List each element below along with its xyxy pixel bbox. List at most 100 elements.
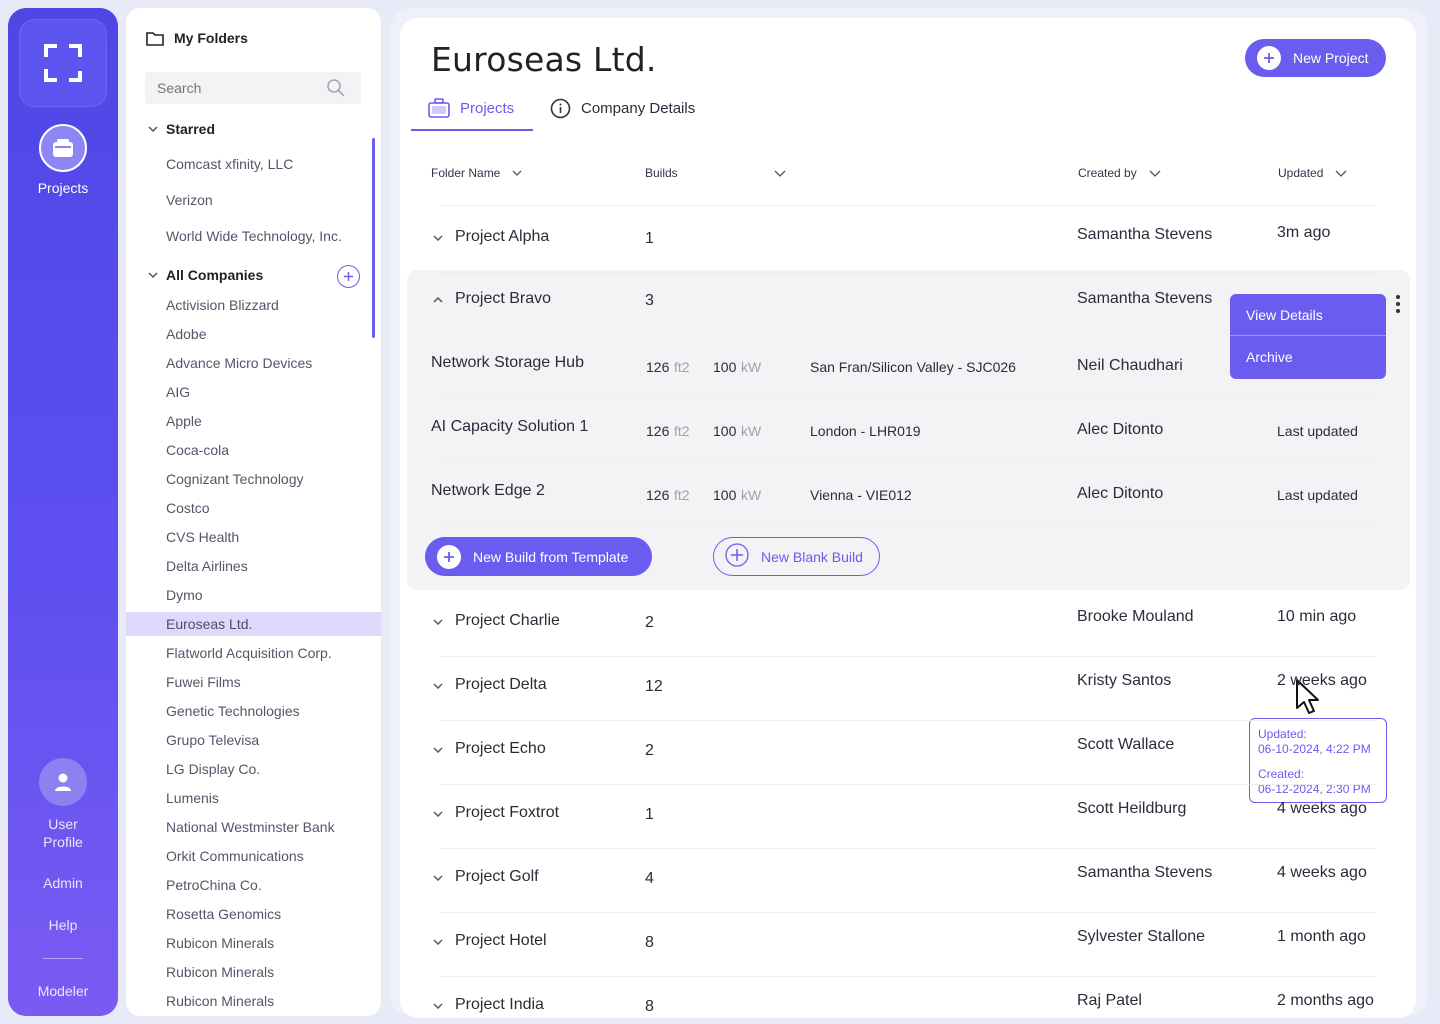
starred-item[interactable]: Verizon xyxy=(126,188,381,212)
col-builds-label: Builds xyxy=(645,166,678,180)
page-title: Euroseas Ltd. xyxy=(431,40,657,79)
company-item[interactable]: PetroChina Co. xyxy=(126,873,381,897)
chevron-down-icon[interactable] xyxy=(432,680,444,692)
col-folder-name[interactable]: Folder Name xyxy=(431,166,522,180)
company-item[interactable]: Coca-cola xyxy=(126,438,381,462)
chevron-down-icon[interactable] xyxy=(432,808,444,820)
chevron-down-icon[interactable] xyxy=(432,232,444,244)
company-item[interactable]: Apple xyxy=(126,409,381,433)
project-name[interactable]: Project Hotel xyxy=(455,932,547,950)
project-created-by: Samantha Stevens xyxy=(1077,226,1213,243)
chevron-down-icon[interactable] xyxy=(432,744,444,756)
company-item[interactable]: National Westminster Bank xyxy=(126,815,381,839)
folders-scrollbar[interactable] xyxy=(372,138,375,338)
project-created-by: Kristy Santos xyxy=(1077,672,1172,689)
project-updated: 3m ago xyxy=(1277,224,1331,241)
build-area: 126 xyxy=(646,487,670,503)
company-item[interactable]: Genetic Technologies xyxy=(126,699,381,723)
rail-divider xyxy=(43,958,83,959)
new-blank-build-button[interactable]: New Blank Build xyxy=(713,537,880,576)
chevron-up-icon[interactable] xyxy=(432,294,444,306)
build-power-unit: kW xyxy=(741,487,762,503)
tab-company-details[interactable]: Company Details xyxy=(550,98,695,119)
company-item[interactable]: Rosetta Genomics xyxy=(126,902,381,926)
starred-item[interactable]: World Wide Technology, Inc. xyxy=(126,224,381,248)
company-item[interactable]: Euroseas Ltd. xyxy=(126,612,381,636)
project-name[interactable]: Project Echo xyxy=(455,740,546,758)
col-updated[interactable]: Updated xyxy=(1278,166,1347,180)
project-name[interactable]: Project Charlie xyxy=(455,612,560,630)
new-project-button[interactable]: New Project xyxy=(1245,39,1386,77)
company-item[interactable]: Rubicon Minerals xyxy=(126,989,381,1013)
more-options-icon[interactable] xyxy=(1395,294,1401,314)
starred-item[interactable]: Comcast xfinity, LLC xyxy=(126,152,381,176)
starred-section-toggle[interactable]: Starred xyxy=(148,121,215,137)
menu-view-details[interactable]: View Details xyxy=(1230,294,1386,336)
company-item[interactable]: Dymo xyxy=(126,583,381,607)
project-created-by: Scott Wallace xyxy=(1077,736,1175,753)
company-item[interactable]: Adobe xyxy=(126,322,381,346)
company-item[interactable]: Lumenis xyxy=(126,786,381,810)
row-divider xyxy=(440,784,1376,785)
chevron-down-icon[interactable] xyxy=(432,616,444,628)
nav-help[interactable]: Help xyxy=(8,916,118,934)
chevron-down-icon[interactable] xyxy=(432,1000,444,1012)
project-name[interactable]: Project Delta xyxy=(455,676,547,694)
add-company-icon[interactable] xyxy=(337,265,360,288)
company-item[interactable]: Fuwei Films xyxy=(126,670,381,694)
chevron-down-icon xyxy=(148,272,158,279)
all-companies-toggle[interactable]: All Companies xyxy=(148,267,263,283)
company-item[interactable]: Cognizant Technology xyxy=(126,467,381,491)
company-item[interactable]: Rubicon Minerals xyxy=(126,960,381,984)
company-item[interactable]: AIG xyxy=(126,380,381,404)
company-item[interactable]: Grupo Televisa xyxy=(126,728,381,752)
row-divider xyxy=(440,205,1376,206)
nav-modeler[interactable]: Modeler xyxy=(8,982,118,1000)
company-item[interactable]: Advance Micro Devices xyxy=(126,351,381,375)
build-name[interactable]: Network Storage Hub xyxy=(431,354,584,372)
col-updated-label: Updated xyxy=(1278,166,1324,180)
build-name[interactable]: Network Edge 2 xyxy=(431,482,545,500)
company-item[interactable]: CVS Health xyxy=(126,525,381,549)
nav-admin[interactable]: Admin xyxy=(8,874,118,892)
tooltip-updated-label: Updated: xyxy=(1258,727,1307,741)
chevron-down-icon[interactable] xyxy=(432,872,444,884)
company-item[interactable]: LG Display Co. xyxy=(126,757,381,781)
company-item[interactable]: Activision Blizzard xyxy=(126,293,381,317)
project-name[interactable]: Project Golf xyxy=(455,868,539,886)
project-name[interactable]: Project Bravo xyxy=(455,290,551,308)
project-builds-count: 1 xyxy=(645,230,654,247)
project-context-menu: View Details Archive xyxy=(1230,294,1386,379)
company-item[interactable]: Orkit Communications xyxy=(126,844,381,868)
project-builds-count: 3 xyxy=(645,292,654,309)
chevron-down-icon[interactable] xyxy=(432,936,444,948)
project-created-by: Samantha Stevens xyxy=(1077,864,1213,881)
company-item[interactable]: Flatworld Acquisition Corp. xyxy=(126,641,381,665)
company-item[interactable]: Costco xyxy=(126,496,381,520)
build-name[interactable]: AI Capacity Solution 1 xyxy=(431,418,588,436)
project-name[interactable]: Project Foxtrot xyxy=(455,804,559,822)
project-name[interactable]: Project India xyxy=(455,996,544,1014)
project-created-by: Samantha Stevens xyxy=(1077,290,1213,307)
tab-projects[interactable]: Projects xyxy=(428,98,514,118)
new-build-template-label: New Build from Template xyxy=(473,548,629,565)
col-builds[interactable]: Builds xyxy=(645,166,786,180)
project-updated: 4 weeks ago xyxy=(1277,864,1367,881)
project-builds-count: 8 xyxy=(645,934,654,951)
build-location: Vienna - VIE012 xyxy=(810,487,912,503)
project-name[interactable]: Project Alpha xyxy=(455,228,549,246)
menu-archive[interactable]: Archive xyxy=(1230,336,1386,378)
projects-icon[interactable] xyxy=(39,124,87,172)
col-folder-label: Folder Name xyxy=(431,166,501,180)
folder-icon xyxy=(146,31,164,46)
company-item[interactable]: Rubicon Minerals xyxy=(126,931,381,955)
search-icon[interactable] xyxy=(326,78,346,98)
tab-company-details-label: Company Details xyxy=(581,100,696,117)
nav-user-profile[interactable]: User Profile xyxy=(8,815,118,851)
company-item[interactable]: Delta Airlines xyxy=(126,554,381,578)
nav-projects[interactable]: Projects xyxy=(8,180,118,196)
user-avatar-icon[interactable] xyxy=(39,758,87,806)
col-created-by[interactable]: Created by xyxy=(1078,166,1161,180)
new-build-from-template-button[interactable]: New Build from Template xyxy=(425,537,652,576)
app-logo-icon[interactable] xyxy=(19,19,107,107)
